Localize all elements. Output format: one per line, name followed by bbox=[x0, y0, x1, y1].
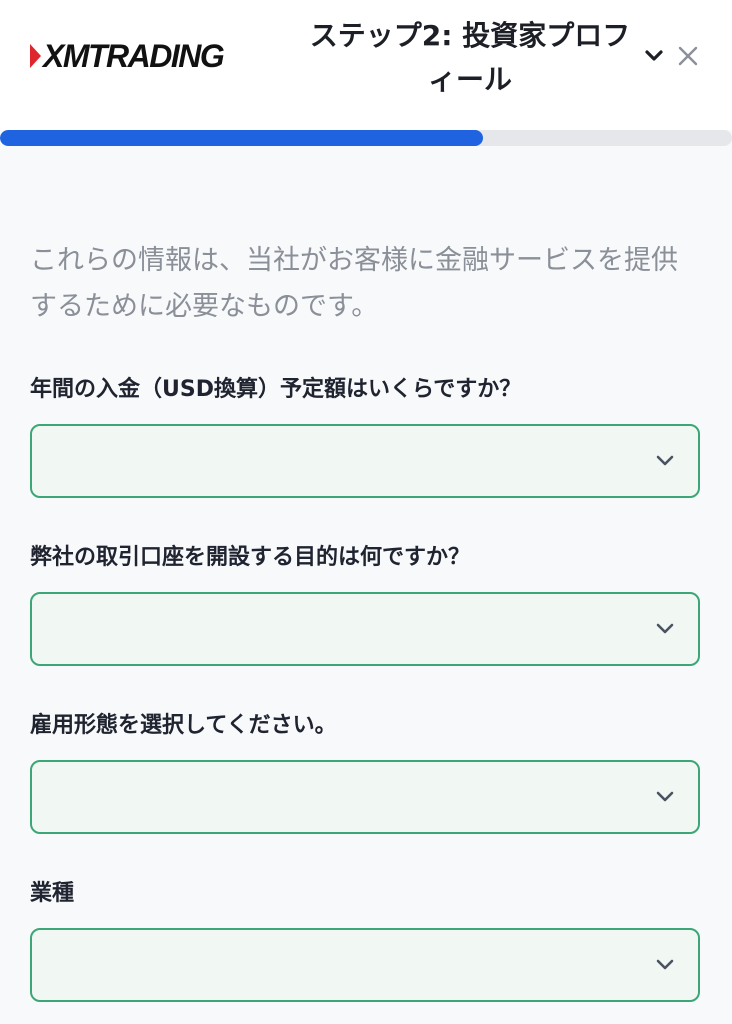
logo-text: XMTRADING bbox=[43, 38, 225, 74]
xmtrading-logo: XMTRADING bbox=[30, 38, 225, 74]
deposit-amount-select[interactable] bbox=[30, 424, 700, 498]
chevron-down-icon bbox=[656, 623, 674, 634]
progress-bar-fill bbox=[0, 130, 484, 146]
step-title: ステップ2: 投資家プロフ ィール bbox=[305, 14, 635, 102]
intro-text: これらの情報は、当社がお客様に金融サービスを提供 するために必要なものです。 bbox=[30, 238, 710, 330]
industry-select[interactable] bbox=[30, 928, 700, 1002]
employment-status-select[interactable] bbox=[30, 760, 700, 834]
account-purpose-label: 弊社の取引口座を開設する目的は何ですか？ bbox=[30, 545, 471, 570]
deposit-amount-label: 年間の入金（USD換算）予定額はいくらですか？ bbox=[30, 377, 522, 402]
close-icon bbox=[678, 46, 698, 66]
intro-line-1: これらの情報は、当社がお客様に金融サービスを提供 bbox=[30, 245, 678, 276]
chevron-down-icon bbox=[645, 50, 663, 61]
chevron-down-icon bbox=[656, 791, 674, 802]
step-title-line-2: ィール bbox=[427, 63, 512, 96]
step-dropdown-button[interactable] bbox=[640, 42, 668, 70]
logo-mark-icon bbox=[30, 44, 41, 68]
step-title-line-1: ステップ2: 投資家プロフ bbox=[309, 19, 631, 52]
industry-label: 業種 bbox=[30, 881, 75, 906]
progress-bar bbox=[0, 130, 732, 146]
employment-status-label: 雇用形態を選択してください。 bbox=[30, 713, 337, 738]
chevron-down-icon bbox=[656, 455, 674, 466]
chevron-down-icon bbox=[656, 959, 674, 970]
close-button[interactable] bbox=[674, 42, 702, 70]
header-bar: XMTRADING ステップ2: 投資家プロフ ィール bbox=[0, 0, 732, 130]
account-purpose-select[interactable] bbox=[30, 592, 700, 666]
intro-line-2: するために必要なものです。 bbox=[30, 291, 379, 322]
